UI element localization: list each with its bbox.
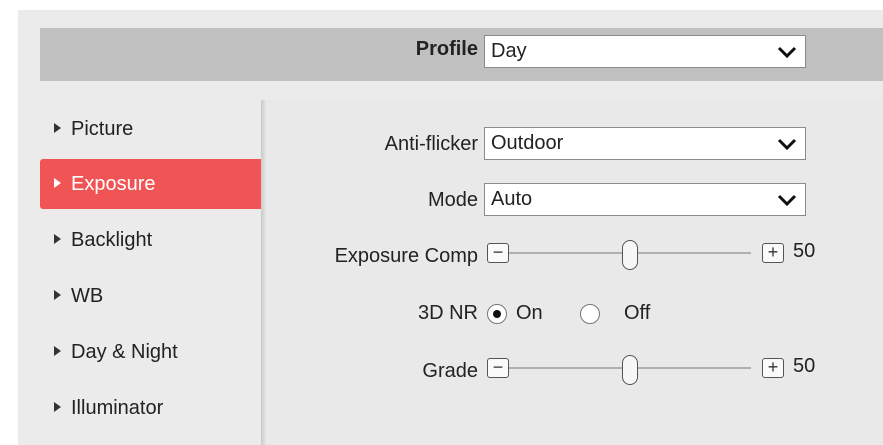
sidebar-item-label: Exposure <box>71 173 156 195</box>
grade-value: 50 <box>793 355 816 377</box>
sidebar-item-label: Day & Night <box>71 341 178 363</box>
mode-select[interactable]: Auto <box>484 183 806 216</box>
sidebar-item-day-night[interactable]: Day & Night <box>40 327 261 377</box>
triangle-right-icon <box>54 401 61 412</box>
sidebar-item-illuminator[interactable]: Illuminator <box>40 383 261 433</box>
minus-button[interactable]: − <box>487 358 509 378</box>
triangle-right-icon <box>54 345 61 356</box>
triangle-right-icon <box>54 233 61 244</box>
plus-button[interactable]: + <box>762 358 784 378</box>
nr3d-on-radio[interactable] <box>487 304 507 324</box>
anti-flicker-label: Anti-flicker <box>384 133 478 155</box>
radio-selected-dot <box>493 310 501 318</box>
nr3d-off-label: Off <box>624 302 651 324</box>
sidebar-item-label: WB <box>71 285 104 307</box>
grade-label: Grade <box>422 360 478 382</box>
nr3d-off-radio[interactable] <box>580 304 600 324</box>
sidebar-item-backlight[interactable]: Backlight <box>40 215 261 265</box>
sidebar-item-label: Illuminator <box>71 397 164 419</box>
profile-select[interactable]: Day <box>484 35 806 68</box>
nr3d-label: 3D NR <box>417 302 478 324</box>
profile-label: Profile <box>415 38 478 60</box>
minus-button[interactable]: − <box>487 243 509 263</box>
mode-value: Auto <box>491 188 533 210</box>
sidebar-item-wb[interactable]: WB <box>40 271 261 321</box>
profile-select-value: Day <box>491 40 527 62</box>
chevron-down-icon <box>777 138 797 151</box>
nr3d-on-label: On <box>516 302 543 324</box>
slider-thumb[interactable] <box>622 240 638 270</box>
exposure-comp-value: 50 <box>793 240 816 262</box>
chevron-down-icon <box>777 194 797 207</box>
sidebar-item-picture[interactable]: Picture <box>40 104 261 154</box>
mode-label: Mode <box>427 189 478 211</box>
slider-thumb[interactable] <box>622 355 638 385</box>
triangle-right-icon <box>54 289 61 300</box>
anti-flicker-value: Outdoor <box>491 132 564 154</box>
anti-flicker-select[interactable]: Outdoor <box>484 127 806 160</box>
exposure-comp-slider[interactable]: − + 50 <box>487 240 837 270</box>
exposure-comp-label: Exposure Comp <box>334 245 478 267</box>
grade-slider[interactable]: − + 50 <box>487 355 837 385</box>
sidebar-item-label: Backlight <box>71 229 153 251</box>
plus-button[interactable]: + <box>762 243 784 263</box>
sidebar-item-label: Picture <box>71 118 134 140</box>
triangle-right-icon <box>54 122 61 133</box>
chevron-down-icon <box>777 46 797 59</box>
triangle-right-icon <box>54 177 61 188</box>
sidebar-item-exposure[interactable]: Exposure <box>40 159 261 209</box>
